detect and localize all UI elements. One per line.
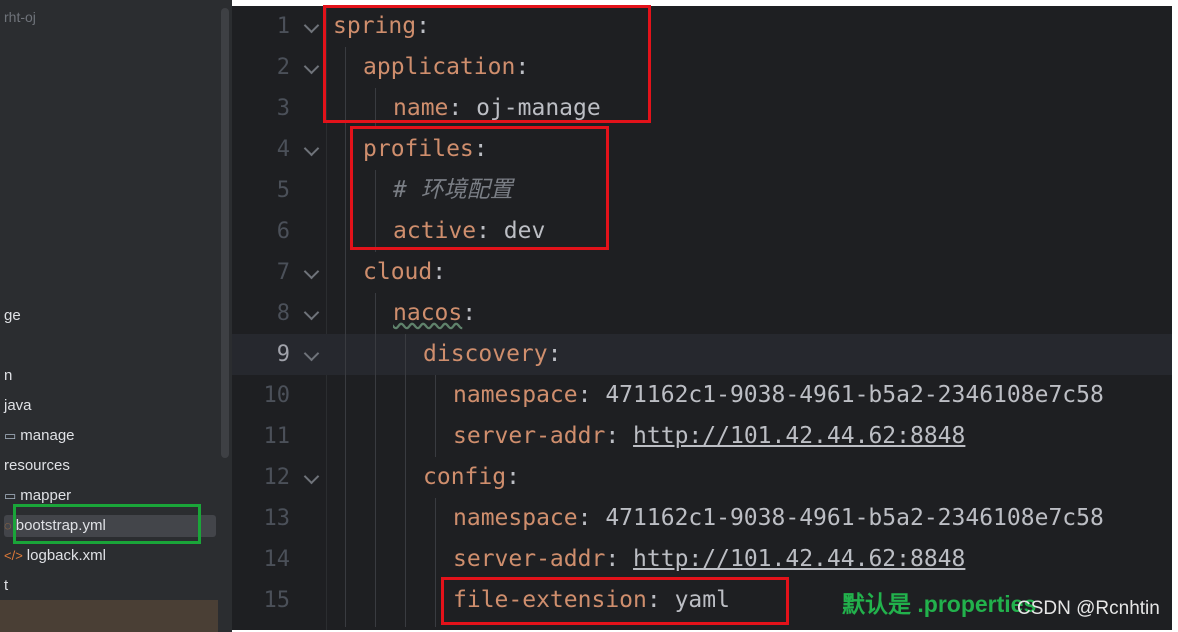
fold-chevron-icon[interactable] <box>303 58 320 75</box>
highlight-box-bootstrap-file <box>13 504 201 544</box>
code-text: nacos: <box>393 300 477 326</box>
code-line[interactable]: 12 config: <box>232 457 1172 498</box>
tree-item-label: t <box>4 577 9 594</box>
code-line[interactable]: 10 namespace: 471162c1-9038-4961-b5a2-23… <box>232 375 1172 416</box>
tree-item-label: ge <box>4 307 21 324</box>
code-line-current[interactable]: 9 discovery: <box>232 334 1172 375</box>
line-number: 1 <box>276 14 290 39</box>
indent-guide <box>375 293 376 627</box>
code-text: server-addr: http://101.42.44.62:8848 <box>453 423 966 449</box>
code-line[interactable]: 14 server-addr: http://101.42.44.62:8848 <box>232 539 1172 580</box>
line-number: 12 <box>263 465 291 490</box>
code-line[interactable]: 11 server-addr: http://101.42.44.62:8848 <box>232 416 1172 457</box>
tree-item-manage[interactable]: ▭ manage <box>4 425 75 447</box>
highlight-box-application-name <box>323 5 651 123</box>
code-text: discovery: <box>423 341 562 367</box>
line-number: 8 <box>276 301 290 326</box>
tree-item-t[interactable]: t <box>4 575 8 597</box>
line-number: 7 <box>276 260 290 285</box>
code-line[interactable]: 8 nacos: <box>232 293 1172 334</box>
code-line[interactable]: 7 cloud: <box>232 252 1172 293</box>
tree-item-n[interactable]: n <box>4 365 12 387</box>
indent-guide <box>345 47 346 627</box>
tree-item-label: n <box>4 367 13 384</box>
tree-item-label: logback.xml <box>26 547 106 564</box>
line-number: 4 <box>276 137 290 162</box>
indent-guide <box>435 375 436 457</box>
fold-chevron-icon[interactable] <box>303 345 320 362</box>
tree-item-logback-xml[interactable]: </> logback.xml <box>4 545 106 567</box>
folder-icon: ▭ <box>4 428 17 443</box>
tree-item-label: resources <box>4 457 70 474</box>
tree-item-label: mapper <box>20 487 72 504</box>
fold-chevron-icon[interactable] <box>303 468 320 485</box>
line-number: 10 <box>263 383 291 408</box>
tree-item-resources[interactable]: resources <box>4 455 70 477</box>
window-edge <box>1172 0 1178 632</box>
code-text: namespace: 471162c1-9038-4961-b5a2-23461… <box>453 505 1104 531</box>
code-text: config: <box>423 464 520 490</box>
highlight-box-profiles <box>350 126 609 250</box>
project-name[interactable]: rht-oj <box>4 6 36 28</box>
line-number: 11 <box>263 424 291 449</box>
sidebar-bottom-bar <box>0 600 232 632</box>
url-link[interactable]: http://101.42.44.62:8848 <box>633 423 965 449</box>
line-number: 15 <box>263 588 291 613</box>
indent-guide <box>435 498 436 627</box>
fold-chevron-icon[interactable] <box>303 140 320 157</box>
tree-item-label: manage <box>20 427 75 444</box>
line-number: 3 <box>276 96 290 121</box>
fold-chevron-icon[interactable] <box>303 263 320 280</box>
tree-item-java[interactable]: java <box>4 395 32 417</box>
line-number: 14 <box>263 547 291 572</box>
watermark: CSDN @Rcnhtin <box>1017 598 1160 619</box>
code-text: namespace: 471162c1-9038-4961-b5a2-23461… <box>453 382 1104 408</box>
line-number: 2 <box>276 55 290 80</box>
line-number: 6 <box>276 219 290 244</box>
line-number: 13 <box>263 506 291 531</box>
fold-chevron-icon[interactable] <box>303 17 320 34</box>
tree-item-label: java <box>4 397 32 414</box>
tree-item-ge[interactable]: ge <box>4 305 21 327</box>
screenshot: rht-oj ge n java ▭ manage resources ▭ mapp… <box>0 0 1178 632</box>
xml-file-icon: </> <box>4 548 23 563</box>
highlight-box-file-extension <box>441 577 789 625</box>
url-link[interactable]: http://101.42.44.62:8848 <box>633 546 965 572</box>
code-text: server-addr: http://101.42.44.62:8848 <box>453 546 966 572</box>
annotation-note: 默认是 .properties <box>842 591 1037 617</box>
code-text: cloud: <box>363 259 447 285</box>
line-number: 5 <box>276 178 290 203</box>
line-number: 9 <box>276 342 290 367</box>
code-line[interactable]: 13 namespace: 471162c1-9038-4961-b5a2-23… <box>232 498 1172 539</box>
fold-chevron-icon[interactable] <box>303 304 320 321</box>
indent-guide <box>405 334 406 627</box>
yaml-file-icon: ◌ <box>4 518 12 533</box>
sidebar-scrollbar[interactable] <box>221 8 229 458</box>
